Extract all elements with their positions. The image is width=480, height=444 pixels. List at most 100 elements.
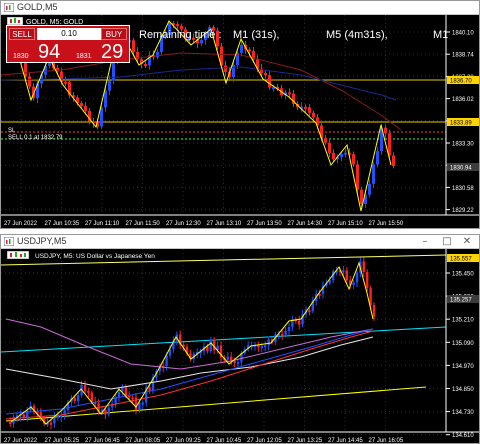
candle xyxy=(107,407,110,415)
candle xyxy=(260,346,263,349)
price-label: 1833.30 xyxy=(452,142,474,148)
candle xyxy=(226,356,229,360)
price-marker-label: 1833.89 xyxy=(450,121,472,127)
candle xyxy=(60,415,63,418)
candle xyxy=(104,409,107,415)
chart-window-icon xyxy=(4,237,14,246)
price-label: 1836.02 xyxy=(452,97,474,103)
candle xyxy=(308,107,311,113)
candle xyxy=(209,339,212,351)
price-label: 1840.10 xyxy=(452,31,474,37)
price-label: 135.090 xyxy=(452,341,474,347)
candle xyxy=(340,153,343,158)
candle xyxy=(224,65,227,73)
time-label: 27 Jun 09:25 xyxy=(166,438,201,444)
usdjpy-window-titlebar[interactable]: USDJPY,M5 – □ ✕ xyxy=(1,235,479,249)
candle xyxy=(87,391,90,394)
usdjpy-chart-window[interactable]: USDJPY,M5 – □ ✕ 135.450135.330135.210135… xyxy=(0,234,480,444)
candle xyxy=(308,310,311,313)
usdjpy-price-chart[interactable]: 135.450135.330135.210135.090134.970134.8… xyxy=(1,249,480,444)
time-label: 27 Jun 11:50 xyxy=(126,221,161,227)
ask-price-big[interactable]: 29 xyxy=(101,41,123,64)
candle xyxy=(64,81,67,84)
candle xyxy=(356,164,359,190)
candle xyxy=(287,327,291,332)
sell-button[interactable]: SELL xyxy=(9,28,35,40)
candle xyxy=(388,133,391,156)
candle xyxy=(392,155,395,167)
price-label: 135.210 xyxy=(452,318,474,324)
usdjpy-chart-canvas[interactable]: 135.450135.330135.210135.090134.970134.8… xyxy=(1,249,480,444)
time-label: 27 Jun 12:05 xyxy=(247,438,282,444)
candle xyxy=(288,92,291,95)
candle xyxy=(369,287,372,306)
time-label: 27 Jun 05:25 xyxy=(45,438,80,444)
candle xyxy=(324,138,327,143)
candle xyxy=(131,397,134,400)
candle xyxy=(83,385,87,392)
ask-price-prefix[interactable]: 1831 xyxy=(76,53,92,60)
candle xyxy=(328,142,331,153)
remaining-time-label: Remaining time : xyxy=(139,29,222,41)
minimize-button[interactable]: – xyxy=(415,235,435,248)
buy-button[interactable]: BUY xyxy=(101,28,127,40)
time-label: 27 Jun 08:05 xyxy=(126,438,161,444)
candle xyxy=(124,387,127,396)
usdjpy-indicator-icon xyxy=(7,251,29,259)
candle xyxy=(156,51,159,58)
candle xyxy=(384,127,387,134)
sell-order-label: SELL 0.1 at 1832.79 xyxy=(8,135,63,141)
candle xyxy=(332,152,335,160)
time-label: 27 Jun 15:10 xyxy=(328,221,363,227)
time-label: 27 Jun 13:25 xyxy=(288,438,323,444)
price-label: 1838.74 xyxy=(452,53,474,59)
time-label: 27 Jun 06:45 xyxy=(85,438,120,444)
gold-window-titlebar[interactable]: GOLD,M5 xyxy=(1,1,479,15)
price-marker-label: 1836.70 xyxy=(450,79,472,85)
candle xyxy=(165,355,168,366)
price-label: 134.610 xyxy=(452,433,474,439)
candle xyxy=(376,151,379,165)
candle xyxy=(230,356,233,361)
gold-chart-window[interactable]: GOLD,M5 1840.101838.741837.381836.021834… xyxy=(0,0,480,229)
price-marker: 135.257 xyxy=(447,295,479,304)
candle xyxy=(84,106,87,111)
candle xyxy=(240,44,243,53)
candle xyxy=(284,331,287,335)
price-label: 1829.22 xyxy=(452,208,474,214)
one-click-trading-panel[interactable]: SELL 0.10 BUY 1830 94 1831 29 xyxy=(6,25,130,63)
candle xyxy=(267,339,270,346)
candle xyxy=(56,415,59,418)
time-label: 27 Jun 2022 xyxy=(4,438,38,444)
usdjpy-window-title: USDJPY,M5 xyxy=(17,236,67,246)
candle xyxy=(298,320,301,325)
candle xyxy=(80,103,83,107)
candle xyxy=(77,395,80,402)
sl-label: SL xyxy=(8,128,16,134)
candle xyxy=(312,112,315,118)
candle xyxy=(352,282,355,286)
candle xyxy=(372,305,376,317)
candle xyxy=(362,261,365,272)
candle xyxy=(264,345,267,348)
m1-timer: M1 (31s), xyxy=(233,29,280,41)
candle xyxy=(232,64,235,78)
time-label: 27 Jun 16:05 xyxy=(369,438,404,444)
gold-price-chart[interactable]: 1840.101838.741837.381836.021834.661833.… xyxy=(1,15,479,228)
candle xyxy=(49,422,53,425)
bid-price-big[interactable]: 94 xyxy=(38,41,60,64)
candle xyxy=(26,410,29,418)
candle xyxy=(236,362,240,365)
price-marker: 1836.70 xyxy=(447,76,479,85)
maximize-button[interactable]: □ xyxy=(437,235,457,248)
price-marker: 135.557 xyxy=(447,254,479,263)
close-button[interactable]: ✕ xyxy=(457,235,477,248)
candle xyxy=(344,152,347,155)
candle xyxy=(176,24,179,27)
gold-indicator-icon xyxy=(7,17,23,25)
chart-window-icon xyxy=(4,3,14,12)
candle xyxy=(352,154,355,165)
time-label: 27 Jun 12:30 xyxy=(166,221,201,227)
lot-size-input[interactable]: 0.10 xyxy=(37,28,101,40)
bid-price-prefix[interactable]: 1830 xyxy=(13,53,29,60)
